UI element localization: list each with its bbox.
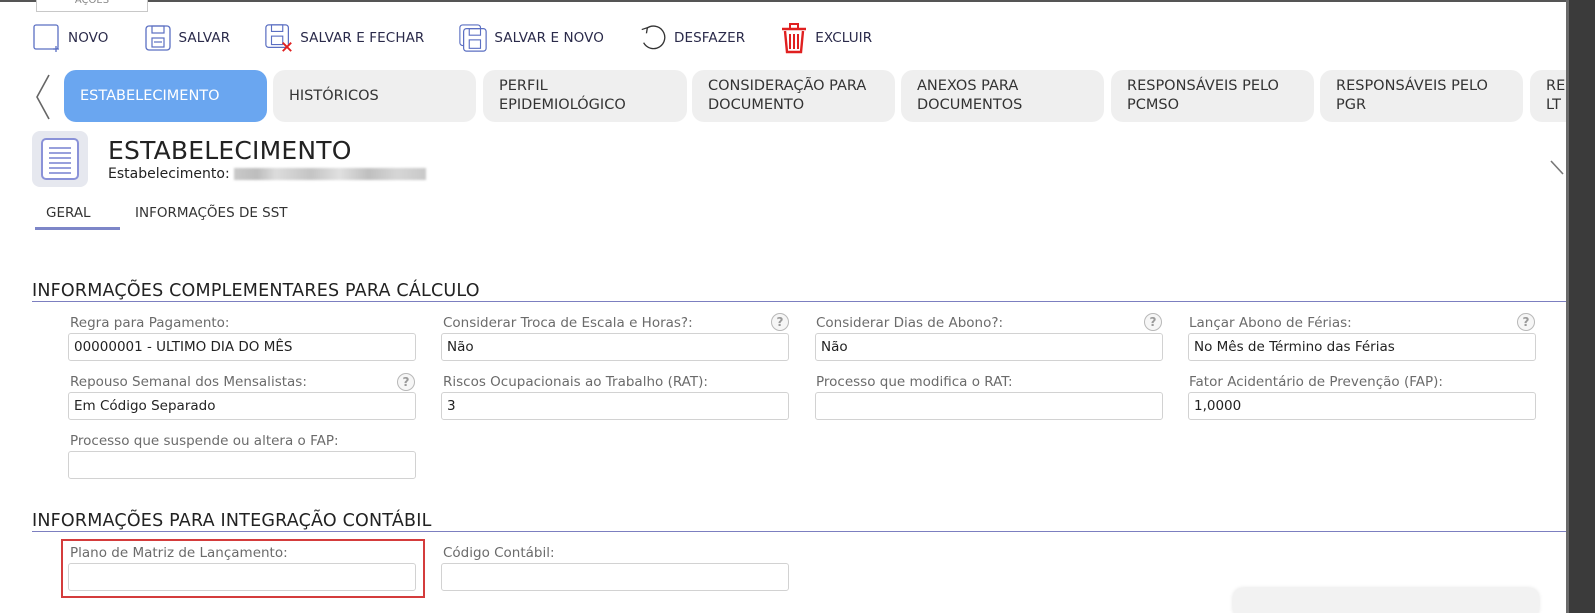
tab-estabelecimento[interactable]: ESTABELECIMENTO <box>64 70 267 122</box>
salvar-fechar-button[interactable]: SALVAR E FECHAR <box>264 22 424 54</box>
novo-label: NOVO <box>68 30 109 46</box>
collapse-chevron-icon[interactable] <box>1548 158 1566 186</box>
main-tabs: ESTABELECIMENTO HISTÓRICOS PERFIL EPIDEM… <box>0 70 1566 122</box>
desfazer-button[interactable]: DESFAZER <box>638 22 745 54</box>
fap-label: Fator Acidentário de Prevenção (FAP): <box>1189 374 1443 390</box>
codigo-contabil-label: Código Contábil: <box>443 545 555 561</box>
tab-responsaveis-pcmso[interactable]: RESPONSÁVEIS PELO PCMSO <box>1111 70 1314 122</box>
salvar-label: SALVAR <box>178 30 231 46</box>
plano-matriz-input[interactable] <box>68 563 416 591</box>
help-icon[interactable]: ? <box>1517 313 1535 331</box>
help-icon[interactable]: ? <box>771 313 789 331</box>
subtitle: Estabelecimento: <box>108 166 426 182</box>
processo-rat-label: Processo que modifica o RAT: <box>816 374 1013 390</box>
undo-icon <box>638 22 668 54</box>
document-icon <box>32 131 88 187</box>
salvar-fechar-label: SALVAR E FECHAR <box>300 30 425 46</box>
subtab-informacoes-sst[interactable]: INFORMAÇÕES DE SST <box>135 205 288 221</box>
section-divider <box>32 301 1566 302</box>
save-close-icon <box>264 22 294 54</box>
desfazer-label: DESFAZER <box>674 30 746 46</box>
excluir-button[interactable]: EXCLUIR <box>779 22 872 54</box>
tabs-prev-icon[interactable] <box>32 72 54 122</box>
section-divider <box>32 531 1566 532</box>
novo-button[interactable]: NOVO <box>32 22 109 54</box>
rat-label: Riscos Ocupacionais ao Trabalho (RAT): <box>443 374 708 390</box>
tab-anexos-documentos[interactable]: ANEXOS PARA DOCUMENTOS <box>901 70 1104 122</box>
help-icon[interactable]: ? <box>397 373 415 391</box>
processo-rat-input[interactable] <box>815 392 1163 420</box>
right-edge-scrollbar[interactable] <box>1566 0 1569 613</box>
troca-escala-select[interactable]: Não <box>441 333 789 361</box>
dias-abono-label: Considerar Dias de Abono?: <box>816 315 1004 331</box>
salvar-novo-button[interactable]: SALVAR E NOVO <box>458 22 604 54</box>
regra-pagamento-label: Regra para Pagamento: <box>70 315 230 331</box>
toolbar: NOVO SALVAR SALVAR E FECHAR SALVAR E NOV… <box>32 18 906 58</box>
rat-input[interactable]: 3 <box>441 392 789 420</box>
salvar-novo-label: SALVAR E NOVO <box>494 30 604 46</box>
window-top-border <box>0 0 1568 2</box>
right-edge-panel <box>1566 0 1595 613</box>
subtab-geral[interactable]: GERAL <box>46 205 91 221</box>
tab-perfil-epidemiologico[interactable]: PERFIL EPIDEMIOLÓGICO <box>483 70 687 122</box>
excluir-label: EXCLUIR <box>815 30 873 46</box>
processo-fap-input[interactable] <box>68 451 416 479</box>
tab-responsaveis-pgr[interactable]: RESPONSÁVEIS PELO PGR <box>1320 70 1523 122</box>
repouso-semanal-select[interactable]: Em Código Separado <box>68 392 416 420</box>
help-icon[interactable]: ? <box>1144 313 1162 331</box>
redacted-value <box>233 168 426 180</box>
abono-ferias-label: Lançar Abono de Férias: <box>1189 315 1352 331</box>
new-document-icon <box>32 22 62 54</box>
floating-panel[interactable] <box>1233 588 1539 613</box>
regra-pagamento-input[interactable]: 00000001 - ULTIMO DIA DO MÊS <box>68 333 416 361</box>
plano-matriz-label: Plano de Matriz de Lançamento: <box>70 545 288 561</box>
tab-consideracao-documento[interactable]: CONSIDERAÇÃO PARA DOCUMENTO <box>692 70 895 122</box>
subtitle-label: Estabelecimento: <box>108 166 230 182</box>
section-title-contabil: INFORMAÇÕES PARA INTEGRAÇÃO CONTÁBIL <box>32 511 432 531</box>
codigo-contabil-input[interactable] <box>441 563 789 591</box>
abono-ferias-select[interactable]: No Mês de Término das Férias <box>1188 333 1536 361</box>
salvar-button[interactable]: SALVAR <box>143 22 231 54</box>
trash-icon <box>779 22 809 54</box>
repouso-semanal-label: Repouso Semanal dos Mensalistas: <box>70 374 307 390</box>
section-title-calculo: INFORMAÇÕES COMPLEMENTARES PARA CÁLCULO <box>32 281 480 301</box>
save-new-icon <box>458 22 488 54</box>
page-title: ESTABELECIMENTO <box>108 136 352 165</box>
dias-abono-select[interactable]: Não <box>815 333 1163 361</box>
processo-fap-label: Processo que suspende ou altera o FAP: <box>70 433 339 449</box>
troca-escala-label: Considerar Troca de Escala e Horas?: <box>443 315 693 331</box>
top-window-tab[interactable]: AÇÕES <box>36 0 148 12</box>
subtab-active-indicator <box>35 227 120 230</box>
save-icon <box>143 22 173 54</box>
tab-partial[interactable]: RE LT <box>1530 70 1566 122</box>
tab-historicos[interactable]: HISTÓRICOS <box>273 70 476 122</box>
fap-input[interactable]: 1,0000 <box>1188 392 1536 420</box>
